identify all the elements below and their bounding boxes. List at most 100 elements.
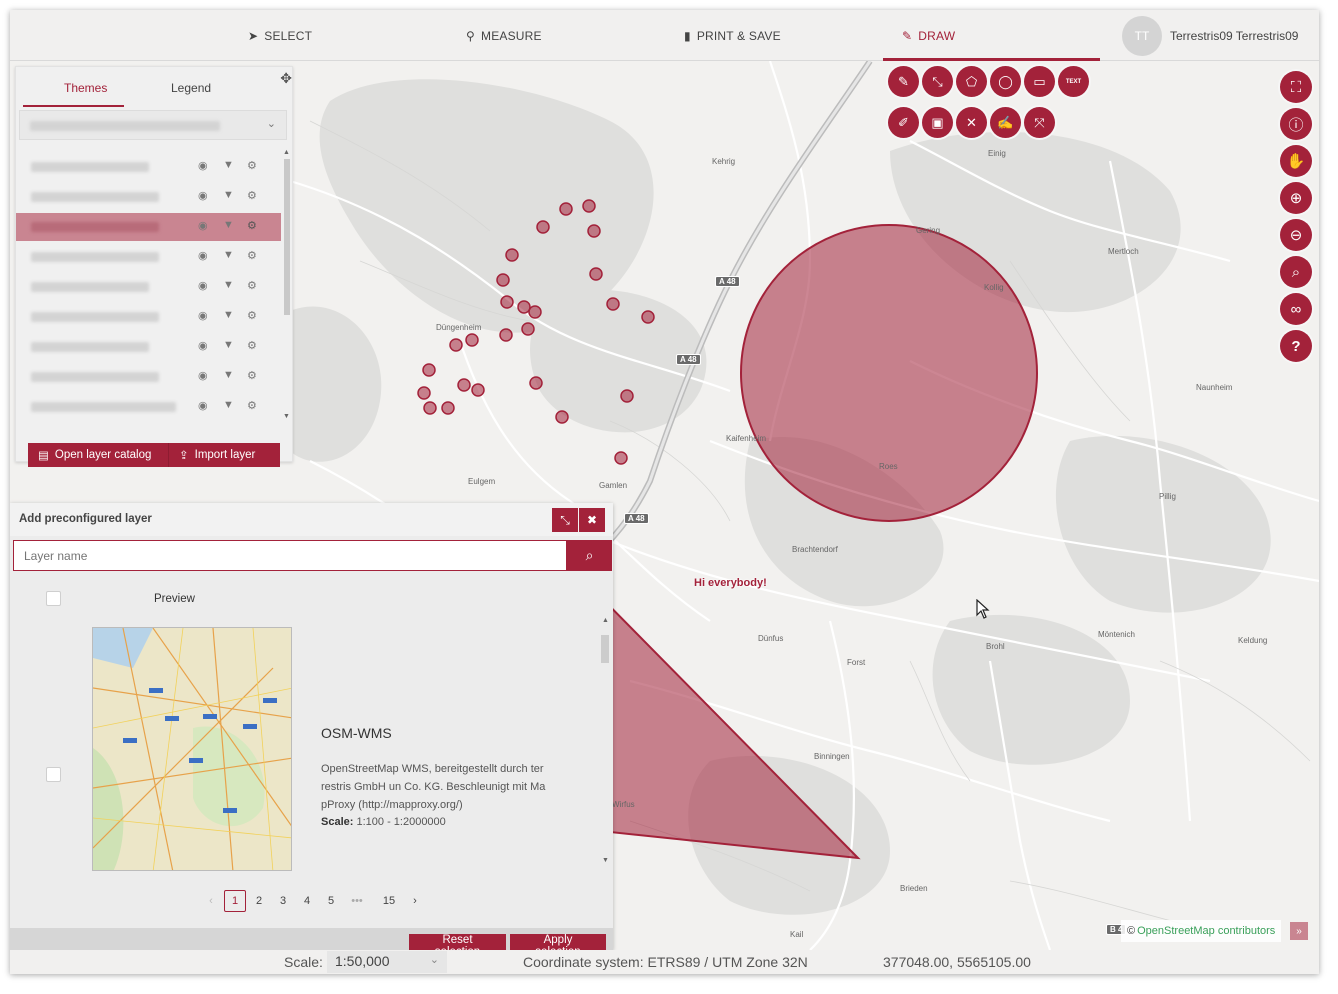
map-text-annotation[interactable]: Hi everybody! [694,577,767,589]
zoom-extent-button[interactable]: ⛶ [1280,71,1312,103]
filter-icon[interactable]: ▼ [223,309,234,321]
gear-icon[interactable]: ⚙ [247,339,257,352]
zoom-out-button[interactable]: ⊖ [1280,219,1312,251]
user-menu[interactable]: TT Terrestris09 Terrestris09 [1122,16,1298,56]
scroll-thumb[interactable] [601,635,609,663]
layer-row[interactable]: ◉ ▼ ⚙ [16,393,281,421]
style-feature-button[interactable]: ✍ [990,107,1021,138]
gear-icon[interactable]: ⚙ [247,159,257,172]
draw-point-button[interactable]: ✎ [888,66,919,97]
draw-polygon-button[interactable]: ⬠ [956,66,987,97]
layer-row[interactable]: ◉ ▼ ⚙ [16,273,281,301]
pagination-next[interactable]: › [404,890,426,912]
nav-select[interactable]: ➤ SELECT [248,10,312,61]
pagination-page[interactable]: 15 [378,890,400,912]
gear-icon[interactable]: ⚙ [247,369,257,382]
visibility-icon[interactable]: ◉ [198,309,208,322]
layer-results-scrollbar[interactable]: ▲ ▼ [599,617,611,867]
filter-icon[interactable]: ▼ [223,339,234,351]
filter-icon[interactable]: ▼ [223,249,234,261]
layer-row[interactable]: ◉ ▼ ⚙ [16,243,281,271]
visibility-icon[interactable]: ◉ [198,159,208,172]
edit-feature-button[interactable]: ✐ [888,107,919,138]
search-button[interactable]: ⌕ [567,540,612,571]
preview-map-thumbnail [93,628,291,870]
delete-feature-button[interactable]: ✕ [956,107,987,138]
scroll-down-icon[interactable]: ▼ [602,857,609,864]
gear-icon[interactable]: ⚙ [247,279,257,292]
filter-icon[interactable]: ▼ [223,279,234,291]
gear-icon[interactable]: ⚙ [247,399,257,412]
redacted-text [31,402,176,412]
avatar: TT [1122,16,1162,56]
visibility-icon[interactable]: ◉ [198,369,208,382]
filter-icon[interactable]: ▼ [223,189,234,201]
theme-select[interactable]: ⌄ [19,110,287,140]
pagination-page[interactable]: 1 [224,890,246,912]
draw-line-button[interactable]: ⤡ [922,66,953,97]
pagination-page[interactable]: 3 [272,890,294,912]
layer-item-checkbox[interactable] [46,767,61,782]
pagination-page[interactable]: 2 [248,890,270,912]
open-layer-catalog-button[interactable]: ▤ Open layer catalog [28,443,168,467]
pagination-prev[interactable]: ‹ [200,890,222,912]
preview-column-header: Preview [154,593,195,605]
gear-icon[interactable]: ⚙ [247,189,257,202]
scroll-up-icon[interactable]: ▲ [602,617,609,624]
scale-select[interactable]: 1:50,000 ⌄ [327,951,447,973]
select-all-checkbox[interactable] [46,591,61,606]
tab-themes[interactable]: Themes [64,81,107,95]
attribution-toggle[interactable]: » [1290,922,1308,940]
drag-handle-icon[interactable]: ✥ [280,70,292,87]
pagination-page[interactable]: 4 [296,890,318,912]
pagination-page[interactable]: 5 [320,890,342,912]
pagination-ellipsis[interactable]: ••• [346,890,368,912]
visibility-icon[interactable]: ◉ [198,189,208,202]
layer-list-scrollbar[interactable]: ▲ ▼ [282,149,292,423]
layer-row[interactable]: ◉ ▼ ⚙ [16,153,281,181]
filter-icon[interactable]: ▼ [223,369,234,381]
layer-search-input[interactable] [13,540,567,571]
zoom-in-button[interactable]: ⊕ [1280,182,1312,214]
filter-icon[interactable]: ▼ [223,219,234,231]
select-box-button[interactable]: ▣ [922,107,953,138]
draw-text-button[interactable]: TEXT [1058,66,1089,97]
scroll-thumb[interactable] [284,159,290,315]
close-button[interactable]: ✖ [579,508,605,532]
visibility-icon[interactable]: ◉ [198,339,208,352]
layer-row[interactable]: ◉ ▼ ⚙ [16,183,281,211]
zoom-box-button[interactable]: ⌕ [1280,256,1312,288]
gear-icon[interactable]: ⚙ [247,309,257,322]
visibility-icon[interactable]: ◉ [198,399,208,412]
visibility-icon[interactable]: ◉ [198,279,208,292]
nav-measure[interactable]: ⚲ MEASURE [466,10,542,61]
filter-icon[interactable]: ▼ [223,399,234,411]
tab-legend[interactable]: Legend [171,81,211,95]
visibility-icon[interactable]: ◉ [198,249,208,262]
filter-icon[interactable]: ▼ [223,159,234,171]
layer-row[interactable]: ◉ ▼ ⚙ [16,363,281,391]
overview-button[interactable]: ∞ [1280,293,1312,325]
place-label: Gamlen [599,481,628,490]
help-button[interactable]: ? [1280,330,1312,362]
layer-row-selected[interactable]: ◉ ▼ ⚙ [16,213,281,241]
nav-draw[interactable]: ✎ DRAW [902,10,955,61]
layer-row[interactable]: ◉ ▼ ⚙ [16,303,281,331]
gear-icon[interactable]: ⚙ [247,219,257,232]
visibility-icon[interactable]: ◉ [198,219,208,232]
attribution-link[interactable]: OpenStreetMap contributors [1137,925,1275,937]
minimize-button[interactable]: ⤡ [552,508,578,532]
scroll-up-icon[interactable]: ▲ [283,149,290,156]
pan-button[interactable]: ✋ [1280,145,1312,177]
gear-icon[interactable]: ⚙ [247,249,257,262]
layer-row[interactable]: ◉ ▼ ⚙ [16,333,281,361]
place-label: Kollig [984,283,1004,292]
nav-print-save[interactable]: ▮ PRINT & SAVE [684,10,781,61]
edit-icon: ✐ [898,114,909,130]
draw-circle-button[interactable]: ◯ [990,66,1021,97]
scroll-down-icon[interactable]: ▼ [283,413,290,420]
draw-rectangle-button[interactable]: ▭ [1024,66,1055,97]
import-layer-button[interactable]: ⇪ Import layer [168,443,280,467]
feature-info-button[interactable]: ⓘ [1280,108,1312,140]
move-feature-button[interactable]: ⤧ [1024,107,1055,138]
